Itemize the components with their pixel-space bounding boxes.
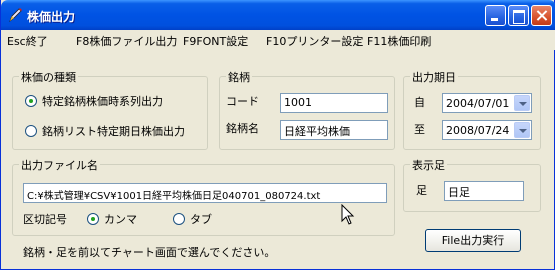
from-date-select[interactable]: 2004/07/01 <box>442 93 532 113</box>
output-period-group-title: 出力期日 <box>410 69 458 85</box>
radio-comma-label: カンマ <box>104 213 137 226</box>
code-field[interactable]: 1001 <box>280 93 388 113</box>
radio-list-date[interactable]: 銘柄リスト特定期日株価出力 <box>25 123 185 139</box>
radio-list-date-label: 銘柄リスト特定期日株価出力 <box>42 125 185 138</box>
mouse-cursor-icon <box>341 204 355 225</box>
from-date-value: 2004/07/01 <box>446 97 510 110</box>
radio-comma[interactable]: カンマ <box>87 211 137 227</box>
brand-name-label: 銘柄名 <box>226 122 259 135</box>
to-date-value: 2008/07/24 <box>446 124 510 137</box>
menu-bar: Esc終了 F8株価ファイル出力 F9FONT設定 F10プリンター設定 F11… <box>1 30 555 50</box>
stock-type-group: 株価の種類 特定銘柄株価時系列出力 銘柄リスト特定期日株価出力 <box>12 69 208 150</box>
display-bar-group: 表示足 足 日足 <box>403 157 541 212</box>
pen-icon <box>9 8 22 23</box>
menu-item-printer-settings[interactable]: F10プリンター設定 <box>266 33 363 49</box>
menu-item-file-output[interactable]: F8株価ファイル出力 <box>76 33 177 49</box>
output-path-field[interactable]: C:¥株式管理¥CSV¥1001日経平均株価日足040701_080724.tx… <box>23 183 387 203</box>
to-date-label: 至 <box>414 123 425 136</box>
radio-tab[interactable]: タブ <box>173 211 212 227</box>
radio-tab-indicator[interactable] <box>173 213 185 225</box>
minimize-button[interactable] <box>485 5 506 26</box>
output-file-group-title: 出力ファイル名 <box>19 157 100 173</box>
delimiter-label: 区切記号 <box>23 213 67 226</box>
stock-type-group-title: 株価の種類 <box>19 69 78 85</box>
radio-timeseries-indicator[interactable] <box>25 95 37 107</box>
maximize-button[interactable] <box>508 5 529 26</box>
output-file-group: 出力ファイル名 C:¥株式管理¥CSV¥1001日経平均株価日足040701_0… <box>12 157 395 236</box>
display-bar-label: 足 <box>416 184 427 197</box>
brand-group: 銘柄 コード 1001 銘柄名 日経平均株価 <box>219 69 395 150</box>
brand-group-title: 銘柄 <box>226 69 252 85</box>
display-bar-group-title: 表示足 <box>410 157 447 173</box>
output-period-group: 出力期日 自 2004/07/01 至 2008/07/24 <box>403 69 541 150</box>
title-bar[interactable]: 株価出力 <box>1 0 555 30</box>
display-bar-field[interactable]: 日足 <box>444 181 524 201</box>
chevron-down-icon[interactable] <box>514 122 530 138</box>
radio-tab-label: タブ <box>190 213 212 226</box>
close-button[interactable] <box>531 5 552 26</box>
brand-name-field[interactable]: 日経平均株価 <box>280 120 388 140</box>
menu-item-font-settings[interactable]: F9FONT設定 <box>183 33 248 49</box>
menu-item-exit[interactable]: Esc終了 <box>7 33 48 49</box>
app-window: 株価出力 Esc終了 F8株価ファイル出力 F9FONT設定 F10プリンター設… <box>0 0 555 270</box>
code-label: コード <box>226 95 259 108</box>
radio-timeseries-label: 特定銘柄株価時系列出力 <box>42 95 163 108</box>
hint-text: 銘柄・足を前以てチャート画面で選んでください。 <box>23 246 276 259</box>
from-date-label: 自 <box>414 96 425 109</box>
menu-item-print[interactable]: F11株価印刷 <box>367 33 431 49</box>
file-output-execute-button[interactable]: File出力実行 <box>425 229 521 252</box>
chevron-down-icon[interactable] <box>514 95 530 111</box>
radio-comma-indicator[interactable] <box>87 213 99 225</box>
radio-timeseries[interactable]: 特定銘柄株価時系列出力 <box>25 93 163 109</box>
window-title: 株価出力 <box>27 10 76 24</box>
radio-list-date-indicator[interactable] <box>25 125 37 137</box>
to-date-select[interactable]: 2008/07/24 <box>442 120 532 140</box>
